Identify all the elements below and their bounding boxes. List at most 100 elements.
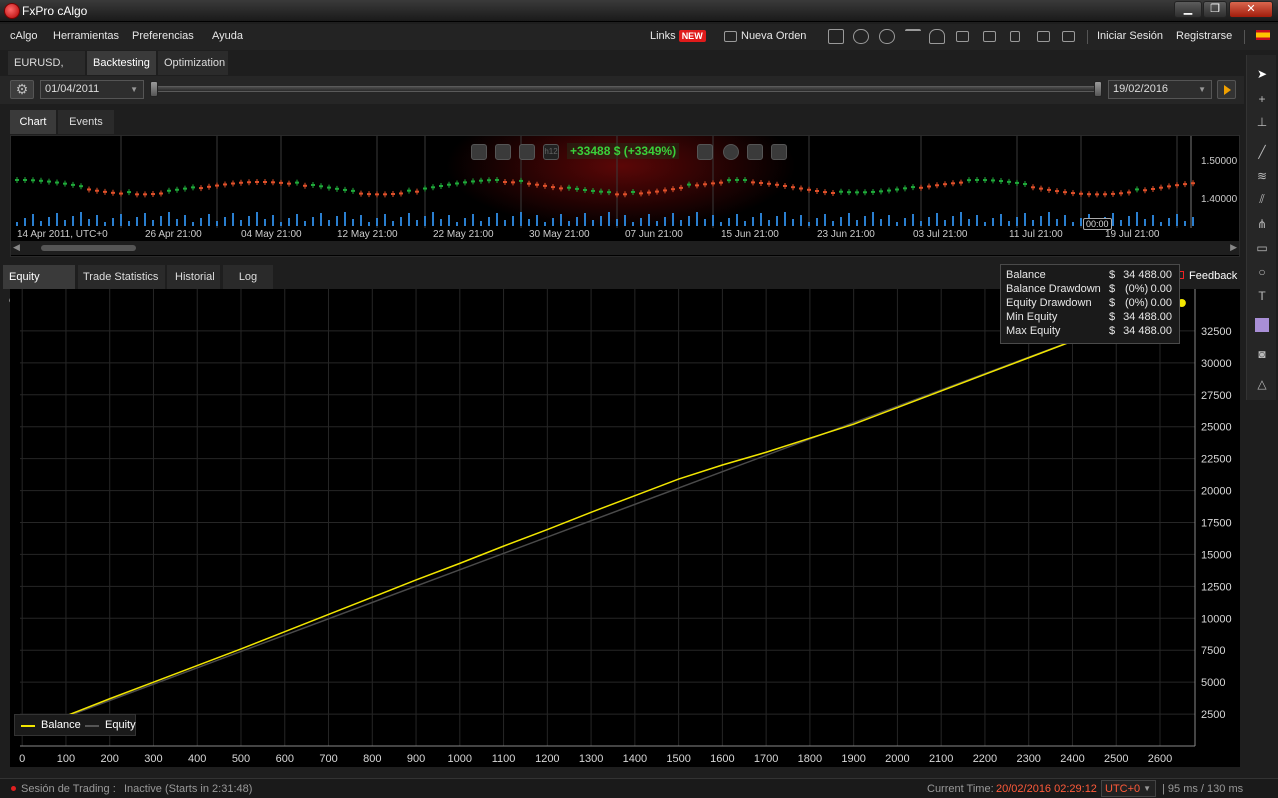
- layout-icon[interactable]: [1037, 31, 1050, 42]
- ellipse-icon[interactable]: ○: [1255, 265, 1269, 279]
- date-range-slider[interactable]: [154, 86, 1100, 92]
- volume-bar: [256, 212, 258, 226]
- tooltip-value: 34 488.00: [1123, 325, 1172, 337]
- chevron-down-icon: ▼: [130, 85, 138, 94]
- time-tick: 07 Jun 21:00: [625, 229, 683, 240]
- cursor-icon[interactable]: ➤: [1255, 67, 1269, 81]
- mail-icon[interactable]: [983, 31, 996, 42]
- time-tick: 04 May 21:00: [241, 229, 302, 240]
- zoom-icon[interactable]: [471, 144, 487, 160]
- session-status: Inactive (Starts in 2:31:48): [124, 783, 253, 795]
- tab-eurusd[interactable]: EURUSD, h12: [8, 51, 85, 93]
- slider-start-handle[interactable]: [150, 81, 158, 97]
- menu-herramientas[interactable]: Herramientas: [53, 30, 119, 42]
- candle-body: [479, 179, 483, 182]
- fullscreen-icon[interactable]: [1062, 31, 1075, 42]
- scrollbar-thumb[interactable]: [41, 245, 136, 251]
- volume-bar: [792, 219, 794, 226]
- tab-equity-chart[interactable]: Equity Chart: [3, 265, 75, 307]
- y-tick-label: 30000: [1201, 358, 1232, 370]
- bird-icon[interactable]: [747, 144, 763, 160]
- candle-body: [263, 181, 267, 184]
- candle-body: [871, 190, 875, 193]
- volume-bar: [144, 213, 146, 226]
- volume-bar: [320, 213, 322, 226]
- scroll-left-icon[interactable]: ◀: [13, 242, 20, 253]
- register-button[interactable]: Registrarse: [1176, 30, 1232, 42]
- tab-trade-statistics[interactable]: Trade Statistics: [78, 265, 165, 289]
- timeframe-icon[interactable]: h12: [543, 144, 559, 160]
- links-menu[interactable]: Links NEW: [650, 30, 706, 42]
- calculator-icon[interactable]: [956, 31, 969, 42]
- menu-calgo[interactable]: cAlgo: [10, 30, 38, 42]
- volume-bar: [224, 217, 226, 226]
- measure-icon[interactable]: ⊥: [1255, 115, 1269, 129]
- price-chart-scrollbar[interactable]: ◀ ▶: [11, 241, 1239, 255]
- candle-body: [463, 181, 467, 184]
- chat-icon[interactable]: [853, 29, 869, 44]
- close-button[interactable]: ✕: [1229, 1, 1273, 18]
- tab-optimization[interactable]: Optimization: [158, 51, 228, 75]
- login-button[interactable]: Iniciar Sesión: [1097, 30, 1163, 42]
- timezone-select[interactable]: UTC+0 ▼: [1101, 780, 1156, 797]
- channel-icon[interactable]: ⫽: [1255, 192, 1269, 206]
- candle-body: [239, 181, 243, 184]
- candle-body: [583, 189, 587, 192]
- volume-bar: [488, 217, 490, 226]
- volume-bar: [704, 219, 706, 226]
- bell-icon[interactable]: △: [1255, 377, 1269, 391]
- sound-icon[interactable]: [1010, 31, 1020, 42]
- volume-bar: [800, 215, 802, 226]
- chevron-down-icon: ▼: [1198, 85, 1206, 94]
- list-icon[interactable]: [697, 144, 713, 160]
- maximize-button[interactable]: ❐: [1203, 1, 1227, 18]
- indicators-icon[interactable]: [519, 144, 535, 160]
- start-date-picker[interactable]: 01/04/2011 ▼: [40, 80, 144, 99]
- fibonacci-icon[interactable]: ≋: [1255, 169, 1269, 183]
- hand-icon[interactable]: [929, 29, 945, 44]
- tooltip-currency: $: [1109, 311, 1116, 323]
- menu-ayuda[interactable]: Ayuda: [212, 30, 243, 42]
- x-tick-label: 2500: [1104, 753, 1128, 765]
- rectangle-icon[interactable]: ▭: [1255, 241, 1269, 255]
- facebook-icon[interactable]: [723, 144, 739, 160]
- tab-backtesting[interactable]: Backtesting: [87, 51, 156, 75]
- x-tick-label: 900: [407, 753, 425, 765]
- color-picker-icon[interactable]: [1255, 318, 1269, 332]
- new-order-button[interactable]: Nueva Orden: [741, 30, 806, 42]
- menu-preferencias[interactable]: Preferencias: [132, 30, 194, 42]
- slider-end-handle[interactable]: [1094, 81, 1102, 97]
- tab-historial[interactable]: Historial: [167, 265, 220, 289]
- volume-bar: [288, 218, 290, 226]
- minimize-button[interactable]: ▁: [1174, 1, 1202, 18]
- equity-chart[interactable]: 0 100 200 300 400 500 600 700 800 900 1000 1100 1200…: [10, 289, 1240, 767]
- spain-flag-icon[interactable]: [1256, 30, 1270, 40]
- feedback-button[interactable]: Feedback: [1176, 270, 1237, 282]
- text-tool-icon[interactable]: [905, 29, 921, 44]
- tab-log[interactable]: Log: [223, 265, 273, 289]
- tab-events[interactable]: Events: [58, 110, 114, 134]
- end-date-picker[interactable]: 19/02/2016 ▼: [1108, 80, 1212, 99]
- tooltip-label: Balance: [1006, 269, 1046, 281]
- pitchfork-icon[interactable]: ⋔: [1255, 217, 1269, 231]
- y-tick-label: 32500: [1201, 326, 1232, 338]
- scroll-right-icon[interactable]: ▶: [1230, 242, 1237, 253]
- text-icon[interactable]: T: [1255, 289, 1269, 303]
- trendline-icon[interactable]: ╱: [1255, 145, 1269, 159]
- tab-chart[interactable]: Chart: [10, 110, 56, 134]
- candle-body: [15, 179, 19, 181]
- video-help-icon[interactable]: [828, 29, 844, 44]
- candle-body: [447, 183, 451, 186]
- crosshair-icon[interactable]: +: [1255, 92, 1269, 106]
- candle-body: [791, 186, 795, 189]
- camera-icon[interactable]: ◙: [1255, 347, 1269, 361]
- current-time-label: Current Time:: [927, 783, 994, 795]
- gear-icon[interactable]: ⚙: [10, 80, 34, 99]
- user-icon[interactable]: [771, 144, 787, 160]
- chart-settings-icon[interactable]: [495, 144, 511, 160]
- settings-sync-icon[interactable]: [879, 29, 895, 44]
- volume-bar: [616, 219, 618, 226]
- price-chart[interactable]: h12 +33488 $ (+3349%) 1.50000 1.40000 14…: [10, 135, 1240, 257]
- play-icon[interactable]: [1217, 80, 1236, 99]
- volume-bar: [104, 222, 106, 226]
